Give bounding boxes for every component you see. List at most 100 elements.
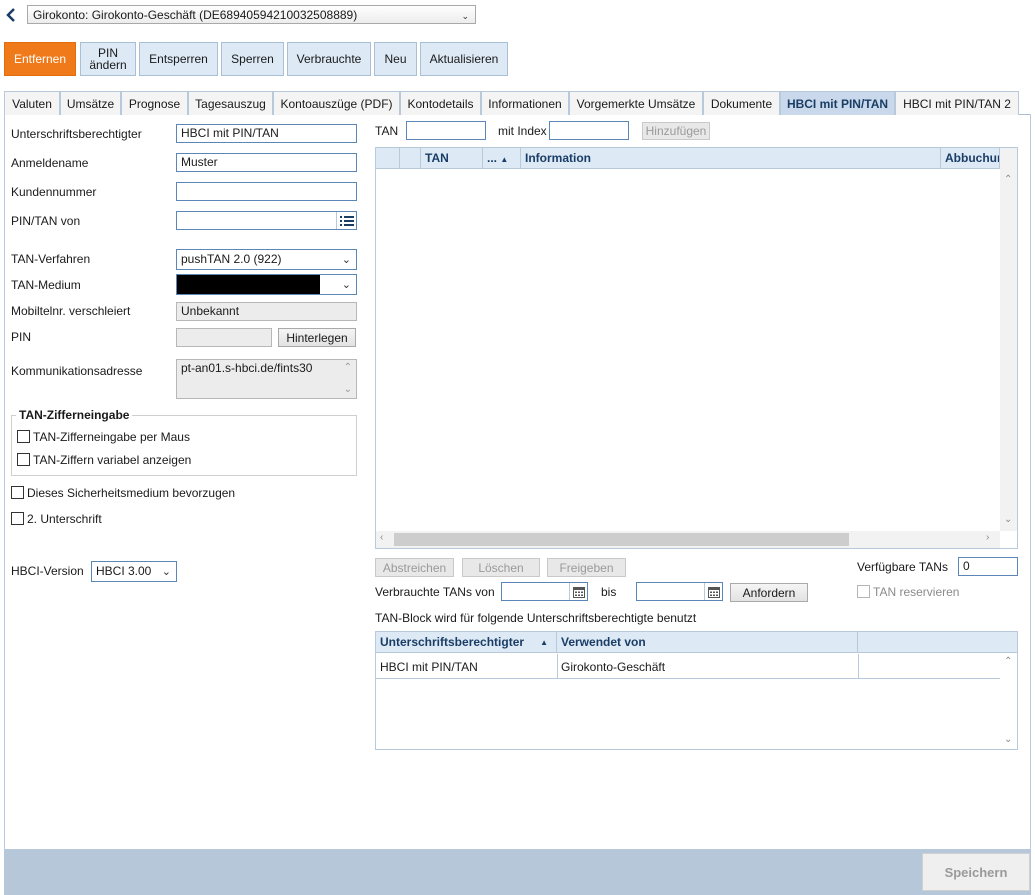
refresh-button-label: Aktualisieren [429, 52, 499, 66]
tan-grid-vscroll[interactable]: ⌃ ⌄ [1000, 148, 1017, 531]
tab-hbci-pintan[interactable]: HBCI mit PIN/TAN [780, 91, 895, 115]
signatory-grid-col-used-by[interactable]: Verwendet von [557, 632, 858, 653]
back-arrow-icon[interactable] [4, 6, 18, 24]
pintan-from-label: PIN/TAN von [11, 214, 81, 228]
mobile-field: Unbekannt [176, 302, 357, 321]
column-divider [858, 654, 859, 679]
tan-grid-col-select[interactable] [376, 148, 400, 169]
new-button-label: Neu [384, 52, 407, 66]
tab-kontodetails[interactable]: Kontodetails [400, 91, 481, 115]
list-picker-icon[interactable] [336, 212, 356, 229]
tan-grid-hscroll-thumb[interactable] [394, 533, 849, 546]
tan-grid-col-index[interactable]: ... ▲ [483, 148, 521, 169]
tan-digits-variable-label: TAN-Ziffern variabel anzeigen [33, 453, 192, 467]
index-input[interactable] [549, 121, 629, 140]
reserve-tan-checkbox[interactable] [857, 585, 870, 598]
scroll-right-icon[interactable]: › [986, 532, 989, 543]
tan-digits-variable-checkbox[interactable] [17, 453, 30, 466]
tab-informationen[interactable]: Informationen [481, 91, 569, 115]
delete-button[interactable]: Löschen [462, 558, 540, 577]
table-row[interactable]: HBCI mit PIN/TAN Girokonto-Geschäft [376, 654, 1000, 679]
tan-grid-col-information[interactable]: Information [521, 148, 941, 169]
tan-method-select[interactable]: pushTAN 2.0 (922) ⌄ [176, 249, 357, 270]
pin-label: PIN [11, 330, 32, 344]
used-tans-button-label: Verbrauchte [296, 52, 362, 66]
scroll-up-icon[interactable]: ⌃ [1004, 656, 1012, 667]
tab-hbci-pintan-2[interactable]: HBCI mit PIN/TAN 2 [895, 91, 1019, 115]
scroll-down-icon[interactable]: ⌄ [1004, 734, 1012, 745]
pin-change-button[interactable]: PIN ändern [80, 42, 136, 76]
tab-label: HBCI mit PIN/TAN 2 [903, 96, 1011, 111]
tan-digits-title: TAN-Zifferneingabe [16, 408, 133, 422]
tan-medium-select[interactable]: ⌄ [176, 274, 357, 295]
save-button[interactable]: Speichern [922, 853, 1030, 891]
column-label: Verwendet von [561, 635, 646, 649]
tab-label: Dokumente [710, 96, 773, 111]
tan-grid-col-tan[interactable]: TAN [421, 148, 483, 169]
signatory-input[interactable]: HBCI mit PIN/TAN [176, 124, 357, 143]
request-button[interactable]: Anfordern [730, 583, 808, 602]
comm-address-label: Kommunikationsadresse [11, 364, 143, 378]
account-select[interactable]: Girokonto: Girokonto-Geschäft (DE6894059… [27, 5, 476, 24]
tan-input[interactable] [406, 121, 486, 140]
release-button[interactable]: Freigeben [547, 558, 626, 577]
scroll-left-icon[interactable]: ‹ [380, 532, 383, 543]
sort-ascending-icon: ▲ [540, 638, 548, 647]
mobile-label: Mobiltelnr. verschleiert [11, 304, 131, 318]
refresh-button[interactable]: Aktualisieren [420, 42, 508, 76]
scroll-down-icon[interactable]: ⌄ [344, 382, 352, 397]
strike-button[interactable]: Abstreichen [375, 558, 454, 577]
column-label: Abbuchun [945, 151, 1000, 165]
tab-label: Prognose [128, 96, 181, 111]
calendar-icon[interactable] [704, 583, 722, 600]
hbci-version-select[interactable]: HBCI 3.00 ⌄ [91, 561, 177, 582]
scroll-down-icon[interactable]: ⌄ [1004, 514, 1012, 525]
tab-dokumente[interactable]: Dokumente [703, 91, 780, 115]
login-input[interactable]: Muster [176, 153, 357, 172]
lock-button[interactable]: Sperren [221, 42, 284, 76]
tan-method-value: pushTAN 2.0 (922) [181, 252, 282, 266]
add-tan-button[interactable]: Hinzufügen [642, 122, 710, 140]
tab-prognose[interactable]: Prognose [121, 91, 188, 115]
scroll-up-icon[interactable]: ⌃ [1004, 174, 1012, 185]
tan-method-label: TAN-Verfahren [11, 252, 91, 266]
signatory-grid-col-extra[interactable] [858, 632, 1017, 653]
tab-umsaetze[interactable]: Umsätze [60, 91, 121, 115]
remove-button-label: Entfernen [13, 52, 67, 66]
chevron-down-icon: ⌄ [341, 279, 351, 291]
pin-store-button[interactable]: Hinterlegen [278, 328, 356, 347]
chevron-down-icon: ⌄ [341, 254, 351, 266]
pintan-from-input[interactable] [176, 211, 357, 230]
signatory-label: Unterschriftsberechtigter [11, 127, 142, 141]
second-signature-label: 2. Unterschrift [27, 512, 102, 526]
remove-button[interactable]: Entfernen [4, 42, 76, 76]
used-tans-button[interactable]: Verbrauchte [287, 42, 371, 76]
tab-label: Umsätze [66, 96, 115, 111]
calendar-icon[interactable] [569, 583, 587, 600]
customer-number-input[interactable] [176, 182, 357, 201]
column-label: Information [525, 151, 591, 165]
signatory-grid-col-signatory[interactable]: Unterschriftsberechtigter ▲ [376, 632, 557, 653]
scroll-up-icon[interactable]: ⌃ [344, 360, 352, 375]
pin-change-label-2: ändern [89, 58, 127, 72]
tab-label: HBCI mit PIN/TAN [786, 96, 889, 111]
column-label: TAN [425, 151, 449, 165]
tan-digits-mouse-label: TAN-Zifferneingabe per Maus [33, 430, 190, 444]
new-button[interactable]: Neu [374, 42, 417, 76]
tab-valuten[interactable]: Valuten [4, 91, 60, 115]
tan-grid-col-debit[interactable]: Abbuchun [941, 148, 1000, 169]
tab-label: Tagesauszug [195, 96, 266, 111]
tan-grid-col-flag[interactable] [400, 148, 421, 169]
tan-grid-hscroll[interactable]: ‹ › [376, 531, 1000, 548]
unlock-button[interactable]: Entsperren [139, 42, 218, 76]
prefer-medium-checkbox[interactable] [11, 486, 24, 499]
tab-tagesauszug[interactable]: Tagesauszug [188, 91, 273, 115]
tan-grid-header: TAN ... ▲ Information Abbuchun [376, 148, 1000, 169]
reserve-tan-label: TAN reservieren [873, 585, 960, 599]
second-signature-checkbox[interactable] [11, 512, 24, 525]
tab-vorgemerkte-umsaetze[interactable]: Vorgemerkte Umsätze [569, 91, 703, 115]
available-tans-field[interactable]: 0 [958, 557, 1018, 576]
tan-digits-mouse-checkbox[interactable] [17, 430, 30, 443]
tab-kontoauszuege[interactable]: Kontoauszüge (PDF) [273, 91, 400, 115]
signatory-grid-vscroll[interactable]: ⌃ ⌄ [1000, 654, 1017, 749]
